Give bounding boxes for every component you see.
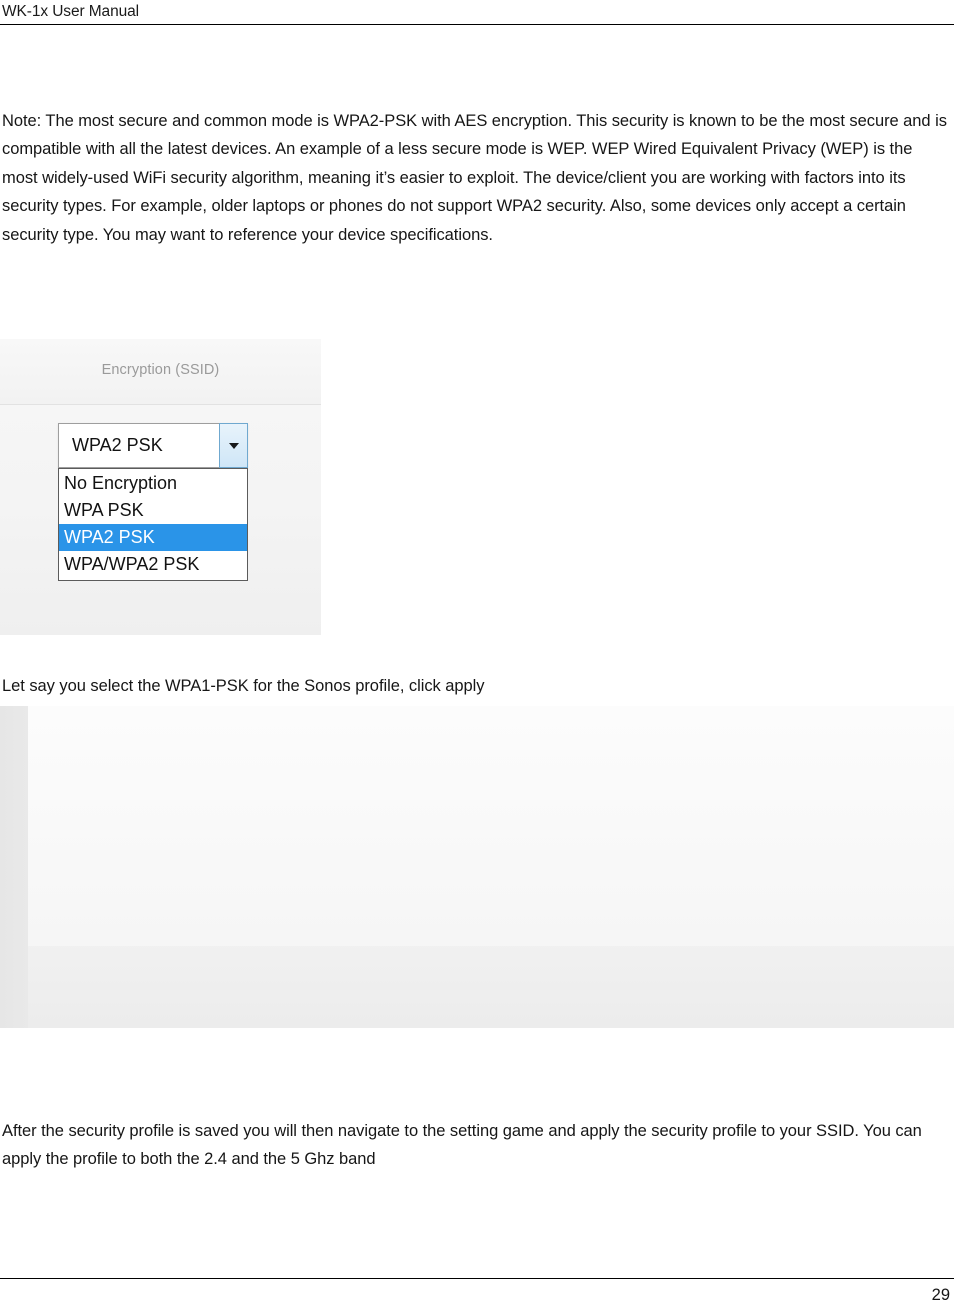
encryption-select-value: WPA2 PSK: [72, 435, 163, 455]
caption-after-save: After the security profile is saved you …: [2, 1121, 922, 1169]
caption-select-wpa1: Let say you select the WPA1-PSK for the …: [2, 676, 485, 695]
encryption-option-wpa2-psk[interactable]: WPA2 PSK: [59, 524, 247, 551]
page-footer: 29: [0, 1255, 954, 1307]
page-running-header: WK-1x User Manual: [0, 0, 954, 44]
encryption-option-wpa-wpa2-psk[interactable]: WPA/WPA2 PSK: [59, 551, 247, 578]
encryption-option-list[interactable]: No Encryption WPA PSK WPA2 PSK WPA/WPA2 …: [58, 468, 248, 581]
wireless-security-profiles-screenshot: Wireless Security Profiles Profile Name …: [0, 706, 954, 1028]
footer-divider: [0, 1278, 954, 1279]
document-title: WK-1x User Manual: [2, 3, 139, 20]
panel-content-area: [28, 706, 954, 946]
encryption-option-wpa-psk[interactable]: WPA PSK: [59, 497, 247, 524]
encryption-option-no-encryption[interactable]: No Encryption: [59, 470, 247, 497]
header-divider: [0, 24, 954, 25]
chevron-down-icon[interactable]: [219, 423, 248, 468]
encryption-dropdown-screenshot: Encryption (SSID) WPA2 PSK No Encryption…: [0, 339, 321, 635]
panel-left-gutter: [0, 706, 28, 1028]
encryption-column-header-label: Encryption (SSID): [101, 362, 220, 378]
page-number: 29: [931, 1286, 950, 1304]
chevron-down-glyph: [228, 442, 239, 449]
encryption-column-header: Encryption (SSID): [0, 339, 321, 405]
encryption-select[interactable]: WPA2 PSK: [58, 423, 248, 468]
intro-note-paragraph: Note: The most secure and common mode is…: [2, 111, 947, 244]
